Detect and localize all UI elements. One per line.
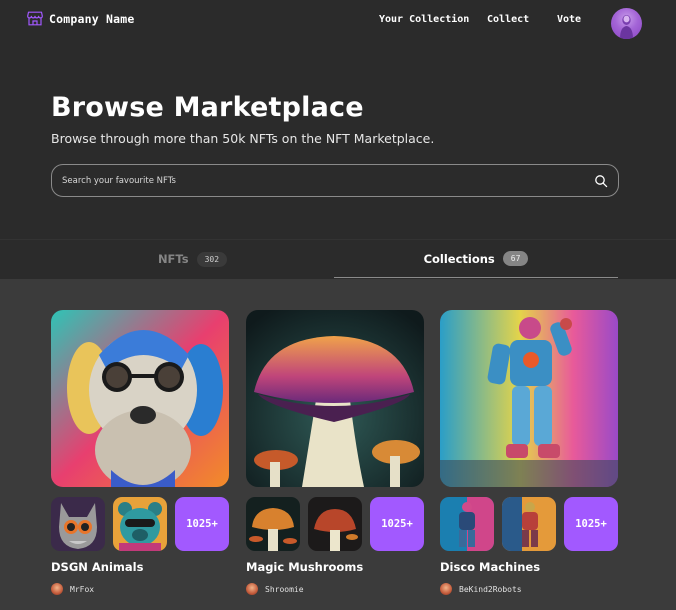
user-avatar[interactable] xyxy=(611,8,642,39)
nav-collect[interactable]: Collect xyxy=(487,14,529,25)
tab-nfts-label: NFTs xyxy=(157,252,189,266)
thumbnail-mushroom-2[interactable] xyxy=(308,497,362,551)
nav-vote[interactable]: Vote xyxy=(557,14,581,25)
search-icon[interactable] xyxy=(594,174,608,188)
collection-thumbnails: 1025+ xyxy=(246,497,424,551)
collection-thumbnails: 1025+ xyxy=(51,497,229,551)
creator-name: MrFox xyxy=(70,584,95,594)
more-items-button[interactable]: 1025+ xyxy=(564,497,618,551)
tab-nfts[interactable]: NFTs 302 xyxy=(51,240,334,278)
thumbnail-bear[interactable] xyxy=(113,497,167,551)
more-items-button[interactable]: 1025+ xyxy=(175,497,229,551)
thumbnail-robot-2[interactable] xyxy=(502,497,556,551)
creator-avatar xyxy=(51,583,63,595)
collection-card-dsgn-animals[interactable]: 1025+ DSGN Animals MrFox xyxy=(51,310,229,610)
collection-card-disco-machines[interactable]: 1025+ Disco Machines BeKind2Robots xyxy=(440,310,618,610)
storefront-icon xyxy=(27,11,43,26)
page-title: Browse Marketplace xyxy=(51,92,364,123)
tab-collections-count-badge: 67 xyxy=(502,251,529,266)
more-items-button[interactable]: 1025+ xyxy=(370,497,424,551)
collection-creator[interactable]: MrFox xyxy=(51,582,94,596)
collection-title[interactable]: Disco Machines xyxy=(440,560,540,574)
collection-thumbnails: 1025+ xyxy=(440,497,618,551)
navbar: Company Name Your Collection Collect Vot… xyxy=(0,0,676,44)
collections-grid: 1025+ DSGN Animals MrFox 1025+ Magic Mus… xyxy=(0,279,676,610)
collection-title[interactable]: Magic Mushrooms xyxy=(246,560,363,574)
collection-image-dog[interactable] xyxy=(51,310,229,487)
thumbnail-robot-1[interactable] xyxy=(440,497,494,551)
tab-collections-label: Collections xyxy=(423,251,495,266)
creator-avatar xyxy=(246,583,258,595)
brand-name: Company Name xyxy=(49,11,135,26)
search-input[interactable] xyxy=(62,165,582,196)
thumbnail-mushroom-1[interactable] xyxy=(246,497,300,551)
brand-logo[interactable]: Company Name xyxy=(27,10,134,27)
avatar-figure-icon xyxy=(620,15,633,39)
search-bar xyxy=(51,164,619,197)
page-subtitle: Browse through more than 50k NFTs on the… xyxy=(51,131,435,146)
collection-image-robot[interactable] xyxy=(440,310,618,487)
creator-name: Shroomie xyxy=(265,584,304,594)
collection-title[interactable]: DSGN Animals xyxy=(51,560,143,574)
collection-creator[interactable]: Shroomie xyxy=(246,582,304,596)
tab-nfts-count-badge: 302 xyxy=(196,251,228,267)
collection-image-mushroom[interactable] xyxy=(246,310,424,487)
marketplace-tabs: NFTs 302 Collections 67 xyxy=(0,239,676,279)
collection-card-magic-mushrooms[interactable]: 1025+ Magic Mushrooms Shroomie xyxy=(246,310,424,610)
collection-creator[interactable]: BeKind2Robots xyxy=(440,582,522,596)
tab-collections[interactable]: Collections 67 xyxy=(334,240,618,278)
creator-avatar xyxy=(440,583,452,595)
creator-name: BeKind2Robots xyxy=(459,584,522,594)
nav-your-collection[interactable]: Your Collection xyxy=(379,14,469,25)
thumbnail-cat[interactable] xyxy=(51,497,105,551)
